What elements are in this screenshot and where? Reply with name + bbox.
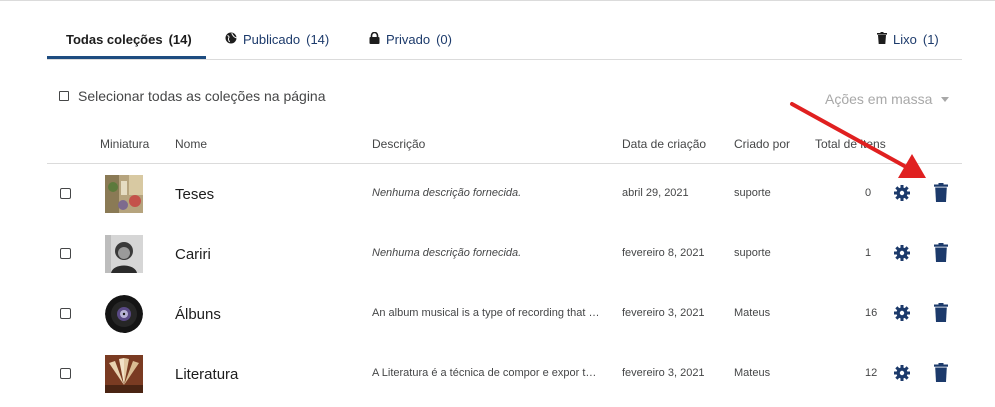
- creation-date: fevereiro 3, 2021: [622, 307, 705, 319]
- collection-thumbnail[interactable]: [105, 235, 143, 273]
- top-divider: [0, 0, 995, 1]
- lock-icon: [369, 31, 380, 47]
- collection-name[interactable]: Teses: [175, 186, 214, 203]
- total-items: 12: [865, 367, 878, 379]
- collection-thumbnail[interactable]: [105, 295, 143, 333]
- trash-icon[interactable]: [934, 243, 948, 262]
- column-header-created-by: Criado por: [734, 137, 791, 151]
- globe-icon: [225, 32, 237, 47]
- column-header-created-date[interactable]: Data de criação: [622, 137, 706, 151]
- gear-icon[interactable]: [893, 184, 911, 202]
- creation-date: fevereiro 3, 2021: [622, 367, 705, 379]
- gear-icon[interactable]: [893, 364, 911, 382]
- tab-count: (0): [436, 31, 452, 47]
- collection-thumbnail[interactable]: [105, 175, 143, 213]
- column-header-thumbnail: Miniatura: [100, 137, 150, 151]
- trash-icon: [877, 31, 887, 47]
- collection-description: Nenhuma descrição fornecida.: [372, 187, 522, 199]
- collection-description: A Literatura é a técnica de compor e exp…: [372, 367, 602, 379]
- tab-label: Lixo: [893, 31, 917, 47]
- creation-date: fevereiro 8, 2021: [622, 247, 705, 259]
- tab-count: (14): [168, 31, 192, 47]
- created-by: Mateus: [734, 367, 771, 379]
- trash-icon[interactable]: [934, 183, 948, 202]
- collection-tabs: Todas coleções (14) Publicado (14) Priva…: [47, 20, 962, 60]
- collection-name[interactable]: Literatura: [175, 366, 238, 383]
- collection-description: Nenhuma descrição fornecida.: [372, 247, 522, 259]
- select-all-label: Selecionar todas as coleções na página: [78, 88, 326, 104]
- table-row[interactable]: Teses Nenhuma descrição fornecida. abril…: [47, 164, 962, 224]
- tab-trash[interactable]: Lixo (1): [877, 20, 939, 58]
- column-header-total-items: Total de itens: [815, 137, 886, 151]
- tab-all-collections[interactable]: Todas coleções (14): [47, 20, 206, 59]
- table-header: Miniatura Nome Descrição Data de criação…: [47, 134, 962, 164]
- collection-thumbnail[interactable]: [105, 355, 143, 393]
- select-all-checkbox[interactable]: [59, 91, 69, 101]
- tab-published[interactable]: Publicado (14): [225, 20, 329, 58]
- creation-date: abril 29, 2021: [622, 187, 689, 199]
- row-checkbox[interactable]: [60, 248, 71, 259]
- row-checkbox[interactable]: [60, 308, 71, 319]
- tab-private[interactable]: Privado (0): [369, 20, 452, 58]
- collection-name[interactable]: Cariri: [175, 246, 211, 263]
- created-by: suporte: [734, 247, 771, 259]
- column-header-name[interactable]: Nome: [175, 137, 207, 151]
- gear-icon[interactable]: [893, 244, 911, 262]
- row-checkbox[interactable]: [60, 188, 71, 199]
- gear-icon[interactable]: [893, 304, 911, 322]
- bulk-actions-label: Ações em massa: [825, 91, 933, 107]
- tab-label: Publicado: [243, 31, 301, 47]
- total-items: 16: [865, 307, 878, 319]
- total-items: 1: [865, 247, 872, 259]
- created-by: Mateus: [734, 307, 771, 319]
- table-row[interactable]: Literatura A Literatura é a técnica de c…: [47, 344, 962, 404]
- bulk-actions-dropdown[interactable]: Ações em massa: [825, 91, 950, 107]
- tab-count: (14): [306, 31, 330, 47]
- trash-icon[interactable]: [934, 363, 948, 382]
- created-by: suporte: [734, 187, 771, 199]
- tab-count: (1): [922, 31, 939, 47]
- table-row[interactable]: Cariri Nenhuma descrição fornecida. feve…: [47, 224, 962, 284]
- row-checkbox[interactable]: [60, 368, 71, 379]
- trash-icon[interactable]: [934, 303, 948, 322]
- tab-label: Privado: [386, 31, 431, 47]
- chevron-down-icon: [941, 96, 950, 102]
- table-row[interactable]: Álbuns An album musical is a type of rec…: [47, 284, 962, 344]
- select-all-control[interactable]: Selecionar todas as coleções na página: [59, 88, 326, 104]
- collection-description: An album musical is a type of recording …: [372, 307, 600, 319]
- total-items: 0: [865, 187, 872, 199]
- collection-name[interactable]: Álbuns: [175, 306, 221, 323]
- column-header-description: Descrição: [372, 137, 426, 151]
- tab-label: Todas coleções: [66, 31, 163, 47]
